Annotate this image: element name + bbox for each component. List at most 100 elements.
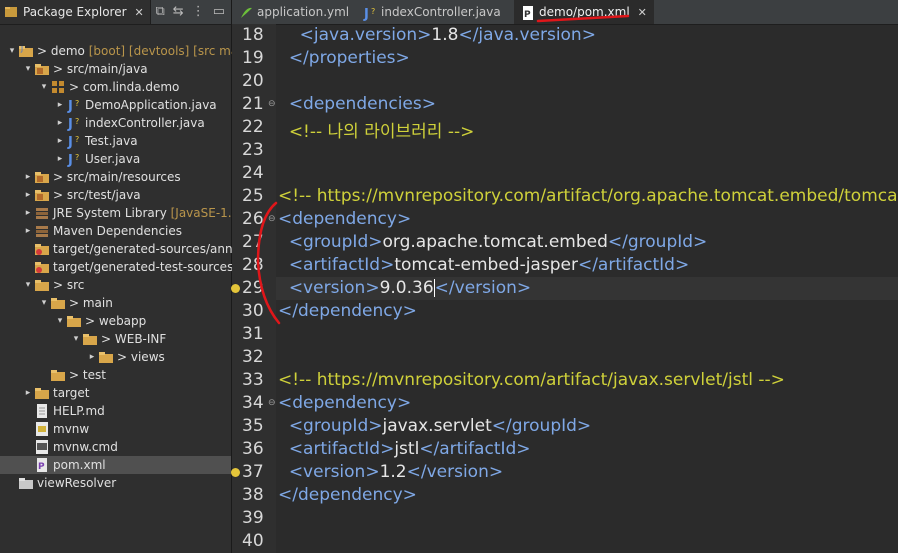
tree-item[interactable]: HELP.md <box>0 402 231 420</box>
folder-icon <box>98 349 114 365</box>
view-menu-icon[interactable]: ⋮ <box>192 4 205 19</box>
code-line: <artifactId>jstl</artifactId> <box>278 439 531 459</box>
line-number: 34 <box>242 393 264 413</box>
collapsed-arrow-icon[interactable]: ▸ <box>22 384 34 402</box>
cmdfile-icon <box>34 439 50 455</box>
tree-item[interactable]: ▸ > src/main/resources <box>0 168 231 186</box>
tree-item[interactable]: ▸ J? Test.java <box>0 132 231 150</box>
tree-item[interactable]: ▾ > webapp <box>0 312 231 330</box>
minimize-icon[interactable]: ▭ <box>213 4 225 19</box>
tree-item[interactable]: ▸ Maven Dependencies <box>0 222 231 240</box>
tree-item[interactable]: ▸ JRE System Library [JavaSE-1.8] <box>0 204 244 222</box>
close-icon[interactable]: ✕ <box>135 6 144 19</box>
fold-toggle-icon[interactable]: ⊖ <box>268 398 276 408</box>
fold-toggle-icon[interactable]: ⊖ <box>268 99 276 109</box>
link-with-editor-icon[interactable]: ⇆ <box>173 4 184 19</box>
tree-item[interactable]: > test <box>0 366 231 384</box>
tree-item[interactable]: mvnw <box>0 420 231 438</box>
folder-icon <box>34 385 50 401</box>
tree-item[interactable]: ▾ > src/main/java <box>0 60 231 78</box>
xml-text: 1.2 <box>379 462 407 482</box>
tree-item-label: > src/main/java <box>53 62 148 76</box>
line-number: 33 <box>242 370 264 390</box>
collapsed-arrow-icon[interactable]: ▸ <box>22 168 34 186</box>
collapse-all-icon[interactable]: ⧉ <box>156 4 165 19</box>
collapsed-arrow-icon[interactable]: ▸ <box>86 348 98 366</box>
tree-item-label: mvnw <box>53 422 90 436</box>
line-number: 27 <box>242 232 264 252</box>
xml-text: 9.0.36 <box>379 278 434 298</box>
svg-text:?: ? <box>75 153 79 162</box>
collapsed-arrow-icon[interactable]: ▸ <box>22 186 34 204</box>
collapsed-arrow-icon[interactable]: ▸ <box>54 114 66 132</box>
tree-item-label: indexController.java <box>85 116 205 130</box>
tree-item-label: > demo <box>37 44 85 58</box>
tree-item[interactable]: ▾ > src <box>0 276 231 294</box>
tree-item[interactable]: ▾ > com.linda.demo <box>0 78 231 96</box>
tree-item-label: JRE System Library <box>53 206 167 220</box>
line-number: 37 <box>242 462 264 482</box>
collapsed-arrow-icon[interactable]: ▸ <box>22 222 34 240</box>
expanded-arrow-icon[interactable]: ▾ <box>54 312 66 330</box>
package-explorer-tab[interactable]: Package Explorer ✕ <box>0 0 151 24</box>
tree-item[interactable]: ▸ J? DemoApplication.java <box>0 96 231 114</box>
warning-lightbulb-icon[interactable] <box>231 468 240 477</box>
editor-tab[interactable]: Pdemo/pom.xml ✕ <box>514 0 654 24</box>
tree-item[interactable]: ▾ J > demo [boot] [devtools] [src mast <box>0 42 249 60</box>
tree-item[interactable]: target/generated-sources/annota <box>0 240 252 258</box>
collapsed-arrow-icon[interactable]: ▸ <box>54 150 66 168</box>
tree-item[interactable]: ▾ > main <box>0 294 231 312</box>
collapsed-arrow-icon[interactable]: ▸ <box>54 96 66 114</box>
xml-tag: <groupId> <box>288 416 383 436</box>
java-icon: J? <box>66 133 82 150</box>
code-line: <dependency> <box>278 209 411 229</box>
editor-tab-label: application.yml <box>257 5 350 19</box>
srcfolder-icon <box>34 61 50 77</box>
tree-item[interactable]: ▸ J? indexController.java <box>0 114 231 132</box>
expanded-arrow-icon[interactable]: ▾ <box>22 276 34 294</box>
tree-item[interactable]: ▸ target <box>0 384 231 402</box>
fold-toggle-icon[interactable]: ⊖ <box>268 214 276 224</box>
tree-item[interactable]: viewResolver <box>0 474 231 492</box>
line-number: 28 <box>242 255 264 275</box>
java-file-icon: J? <box>362 5 376 22</box>
xml-tag: <java.version> <box>299 25 432 45</box>
tree-item[interactable]: ▸ J? User.java <box>0 150 231 168</box>
close-icon[interactable]: ✕ <box>638 6 647 19</box>
explorer-header: Package Explorer ✕ ⧉ ⇆ ⋮ ▭ <box>0 0 231 25</box>
line-number: 35 <box>242 416 264 436</box>
folder-icon <box>34 277 50 293</box>
java-icon: J? <box>66 97 82 114</box>
tree-item[interactable]: ▾ > WEB-INF <box>0 330 231 348</box>
tree-item-label: > webapp <box>85 314 147 328</box>
xml-tag: </version> <box>434 278 532 298</box>
collapsed-arrow-icon[interactable]: ▸ <box>54 132 66 150</box>
xml-tag: <groupId> <box>288 232 383 252</box>
line-number: 23 <box>242 140 264 160</box>
warning-lightbulb-icon[interactable] <box>231 284 240 293</box>
tree-item[interactable]: ▸ > src/test/java <box>0 186 231 204</box>
tree-item-label: HELP.md <box>53 404 105 418</box>
expanded-arrow-icon[interactable]: ▾ <box>22 60 34 78</box>
expanded-arrow-icon[interactable]: ▾ <box>6 42 18 60</box>
editor-tab-label: indexController.java <box>381 5 501 19</box>
collapsed-arrow-icon[interactable]: ▸ <box>22 204 34 222</box>
editor-tabs: application.yml J? indexController.java Pde… <box>232 0 898 25</box>
expanded-arrow-icon[interactable]: ▾ <box>38 294 50 312</box>
library-icon <box>34 205 50 221</box>
tree-item[interactable]: target/generated-test-sources/te <box>0 258 249 276</box>
expanded-arrow-icon[interactable]: ▾ <box>70 330 82 348</box>
tree-item[interactable]: Ppom.xml <box>0 456 231 474</box>
editor-tab[interactable]: J? indexController.java <box>356 0 514 24</box>
xml-text: tomcat-embed-jasper <box>394 255 578 275</box>
tree-item[interactable]: mvnw.cmd <box>0 438 231 456</box>
code-line: </dependency> <box>278 301 417 321</box>
line-number: 26 <box>242 209 264 229</box>
tree-item[interactable]: ▸ > views <box>0 348 231 366</box>
editor-tab[interactable]: application.yml <box>232 0 356 24</box>
expanded-arrow-icon[interactable]: ▾ <box>38 78 50 96</box>
xml-comment: <!-- 나의 라이브러리 --> <box>288 122 475 142</box>
